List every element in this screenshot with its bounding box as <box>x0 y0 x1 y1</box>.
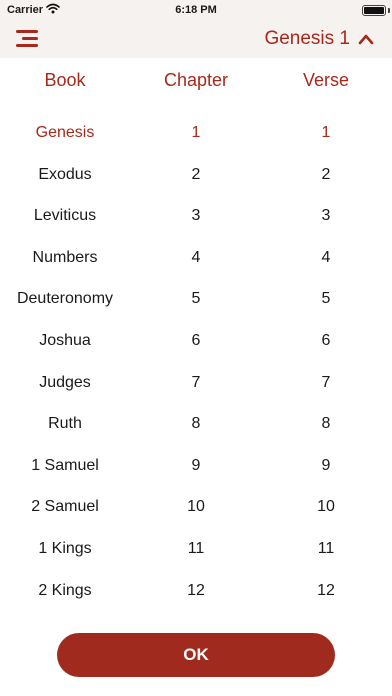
verse-option[interactable]: 5 <box>261 278 391 320</box>
book-picker-column[interactable]: Genesis Exodus Leviticus Numbers Deuteronomy… <box>0 112 130 610</box>
book-option[interactable]: Exodus <box>0 154 130 196</box>
book-option[interactable]: 2 Samuel <box>0 486 130 528</box>
chapter-picker-column[interactable]: 1 2 3 4 5 6 7 8 9 10 11 12 <box>131 112 261 610</box>
book-column-header: Book <box>44 70 86 90</box>
verse-option[interactable]: 12 <box>261 570 391 610</box>
book-option[interactable]: Ruth <box>0 403 130 445</box>
verse-option[interactable]: 4 <box>261 237 391 279</box>
picker-column-headers: Book Chapter Verse <box>0 70 392 96</box>
book-option[interactable]: Deuteronomy <box>0 278 130 320</box>
book-option[interactable]: 1 Samuel <box>0 445 130 487</box>
verse-option[interactable]: 3 <box>261 195 391 237</box>
chevron-up-icon <box>358 34 374 45</box>
battery-cap <box>388 8 390 13</box>
verse-option[interactable]: 8 <box>261 403 391 445</box>
book-option[interactable]: Judges <box>0 362 130 404</box>
verse-picker-column[interactable]: 1 2 3 4 5 6 7 8 9 10 11 12 <box>261 112 391 610</box>
hamburger-menu-icon[interactable] <box>16 28 40 50</box>
chapter-option[interactable]: 3 <box>131 195 261 237</box>
verse-option[interactable]: 6 <box>261 320 391 362</box>
reference-picker[interactable]: Genesis Exodus Leviticus Numbers Deuteronomy… <box>0 112 392 610</box>
chapter-option[interactable]: 9 <box>131 445 261 487</box>
chapter-option[interactable]: 4 <box>131 237 261 279</box>
chapter-option[interactable]: 8 <box>131 403 261 445</box>
book-option[interactable]: Numbers <box>0 237 130 279</box>
chapter-column-header: Chapter <box>163 70 229 90</box>
verse-column-header: Verse <box>302 70 350 90</box>
chapter-option[interactable]: 5 <box>131 278 261 320</box>
verse-option[interactable]: 11 <box>261 528 391 570</box>
chapter-option[interactable]: 2 <box>131 154 261 196</box>
chapter-option[interactable]: 11 <box>131 528 261 570</box>
book-option[interactable]: 1 Kings <box>0 528 130 570</box>
navigation-bar: Genesis 1 <box>0 20 392 58</box>
book-chapter-toggle[interactable]: Genesis 1 <box>264 27 374 51</box>
verse-option[interactable]: 2 <box>261 154 391 196</box>
book-option[interactable]: 2 Kings <box>0 570 130 610</box>
ok-button[interactable]: OK <box>57 633 335 677</box>
current-reference-title: Genesis 1 <box>264 28 350 49</box>
chapter-option[interactable]: 6 <box>131 320 261 362</box>
status-bar: Carrier 6:18 PM <box>0 0 392 20</box>
verse-option[interactable]: 9 <box>261 445 391 487</box>
verse-option[interactable]: 7 <box>261 362 391 404</box>
chapter-option[interactable]: 12 <box>131 570 261 610</box>
clock-label: 6:18 PM <box>175 4 217 16</box>
verse-option[interactable]: 10 <box>261 486 391 528</box>
chapter-option[interactable]: 1 <box>131 112 261 154</box>
book-option[interactable]: Genesis <box>0 112 130 154</box>
battery-icon <box>362 5 386 16</box>
verse-option[interactable]: 1 <box>261 112 391 154</box>
book-option[interactable]: Joshua <box>0 320 130 362</box>
book-option[interactable]: Leviticus <box>0 195 130 237</box>
chapter-option[interactable]: 7 <box>131 362 261 404</box>
chapter-option[interactable]: 10 <box>131 486 261 528</box>
